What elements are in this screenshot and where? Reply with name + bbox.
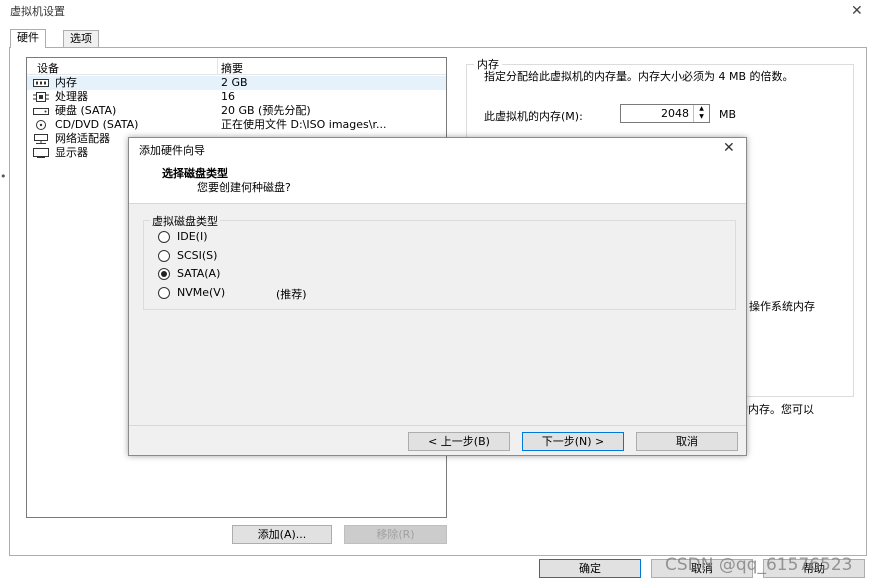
- window-title: 虚拟机设置: [10, 5, 65, 18]
- ok-button[interactable]: 确定: [539, 559, 641, 578]
- dialog-subheading: 您要创建何种磁盘?: [197, 181, 291, 194]
- radio-label: IDE(I): [177, 230, 208, 243]
- disk-type-group-title: 虚拟磁盘类型: [150, 213, 220, 229]
- radio-selected-icon[interactable]: [158, 268, 170, 280]
- cpu-icon: [33, 92, 49, 102]
- memory-spinbox[interactable]: 2048 ▲ ▼: [620, 104, 710, 123]
- dialog-cancel-button[interactable]: 取消: [636, 432, 738, 451]
- device-summary: 2 GB: [221, 76, 248, 89]
- device-name: 网络适配器: [55, 132, 110, 145]
- dialog-header: 选择磁盘类型 您要创建何种磁盘?: [129, 160, 746, 204]
- memory-icon: [33, 79, 49, 87]
- dialog-title: 添加硬件向导: [139, 144, 205, 157]
- back-button[interactable]: < 上一步(B): [408, 432, 510, 451]
- device-name: 处理器: [55, 90, 88, 103]
- device-summary: 正在使用文件 D:\ISO images\r...: [221, 118, 387, 131]
- cd-icon: [36, 120, 46, 130]
- display-icon: [33, 148, 49, 158]
- radio-icon[interactable]: [158, 250, 170, 262]
- watermark: CSDN @qq_61576523: [665, 555, 853, 575]
- disk-icon: [33, 108, 49, 115]
- memory-value[interactable]: 2048: [661, 107, 689, 120]
- radio-icon[interactable]: [158, 231, 170, 243]
- device-row-disk[interactable]: 硬盘 (SATA) 20 GB (预先分配): [27, 104, 446, 118]
- close-icon[interactable]: ✕: [723, 140, 735, 156]
- dialog-separator: [129, 425, 746, 426]
- device-summary: 16: [221, 90, 235, 103]
- device-row-cd[interactable]: CD/DVD (SATA) 正在使用文件 D:\ISO images\r...: [27, 118, 446, 132]
- spin-arrows-icon[interactable]: ▲ ▼: [693, 105, 709, 122]
- close-icon[interactable]: ✕: [851, 3, 863, 19]
- memory-description: 指定分配给此虚拟机的内存量。内存大小必须为 4 MB 的倍数。: [484, 70, 794, 83]
- device-row-memory[interactable]: 内存 2 GB: [27, 76, 446, 90]
- radio-label: SCSI(S): [177, 249, 218, 262]
- device-name: 内存: [55, 76, 77, 89]
- radio-label: SATA(A): [177, 267, 221, 280]
- device-row-cpu[interactable]: 处理器 16: [27, 90, 446, 104]
- recommended-label: (推荐): [276, 288, 307, 301]
- memory-text-fragment-1: 操作系统内存: [749, 300, 815, 313]
- device-name: CD/DVD (SATA): [55, 118, 139, 131]
- device-name: 显示器: [55, 146, 88, 159]
- tab-hardware[interactable]: 硬件: [10, 29, 46, 48]
- dialog-titlebar: 添加硬件向导 ✕: [129, 138, 746, 160]
- add-button[interactable]: 添加(A)...: [232, 525, 332, 544]
- header-device[interactable]: 设备: [37, 60, 59, 76]
- add-hardware-dialog: 添加硬件向导 ✕ 选择磁盘类型 您要创建何种磁盘? 虚拟磁盘类型 IDE(I) …: [128, 137, 747, 456]
- disk-type-group: [143, 220, 736, 310]
- memory-label: 此虚拟机的内存(M):: [484, 110, 583, 123]
- side-fragment: •: [0, 170, 7, 183]
- header-summary[interactable]: 摘要: [221, 60, 243, 76]
- device-summary: 20 GB (预先分配): [221, 104, 311, 117]
- network-icon: [34, 134, 48, 144]
- next-button[interactable]: 下一步(N) >: [522, 432, 624, 451]
- device-list-header: 设备 摘要: [27, 58, 446, 75]
- tab-bar: 硬件 选项: [0, 29, 879, 48]
- remove-button[interactable]: 移除(R): [344, 525, 447, 544]
- memory-unit: MB: [719, 108, 737, 121]
- radio-icon[interactable]: [158, 287, 170, 299]
- memory-text-fragment-2: 的内存。您可以: [737, 403, 814, 416]
- radio-label: NVMe(V): [177, 286, 226, 299]
- tab-options[interactable]: 选项: [63, 30, 99, 48]
- device-name: 硬盘 (SATA): [55, 104, 117, 117]
